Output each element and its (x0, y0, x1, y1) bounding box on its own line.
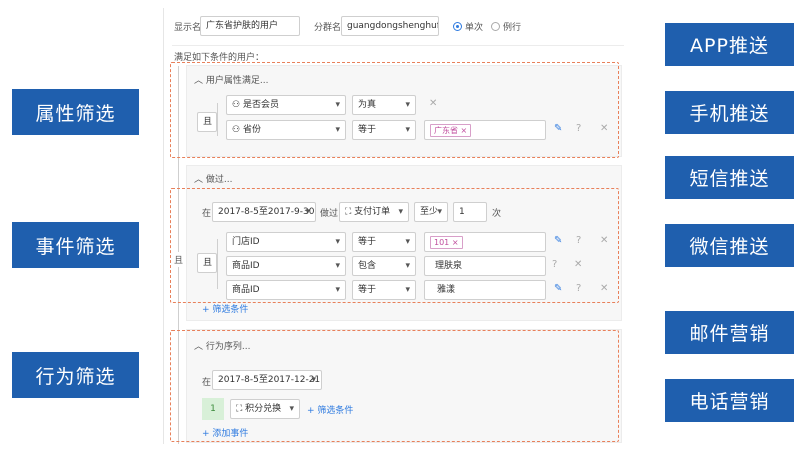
label-phone-push: 手机推送 (665, 91, 794, 134)
event-section-title-text: 做过... (205, 175, 233, 185)
radio-single-icon (453, 22, 462, 31)
display-name-label: 显示名 (174, 23, 202, 33)
radio-routine[interactable]: 例行 (491, 20, 521, 33)
event-add-filter-link[interactable]: + 筛选条件 (202, 302, 248, 315)
label-attribute-filter: 属性筛选 (12, 89, 139, 135)
label-behavior-filter: 行为筛选 (12, 352, 139, 398)
group-name-input[interactable]: guangdongshenghufude (341, 16, 439, 36)
radio-single[interactable]: 单次 (453, 20, 483, 33)
event-highlight-box (170, 188, 619, 303)
label-sms-push: 短信推送 (665, 156, 794, 199)
display-name-input[interactable]: 广东省护肤的用户 (200, 16, 300, 36)
plus-icon: + (202, 305, 213, 315)
radio-routine-icon (491, 22, 500, 31)
group-name-label: 分群名 (314, 23, 342, 33)
label-phone-marketing: 电话营销 (665, 379, 794, 422)
radio-routine-label: 例行 (503, 23, 522, 33)
event-section-title[interactable]: ︿ 做过... (194, 172, 232, 185)
attribute-highlight-box (170, 62, 619, 158)
label-email-marketing: 邮件营销 (665, 311, 794, 354)
behavior-highlight-box (170, 330, 619, 442)
label-event-filter: 事件筛选 (12, 222, 139, 268)
radio-single-label: 单次 (465, 23, 484, 33)
label-app-push: APP推送 (665, 23, 794, 66)
header-divider (172, 45, 624, 46)
label-wechat-push: 微信推送 (665, 224, 794, 267)
event-add-filter-text: 筛选条件 (212, 305, 249, 315)
